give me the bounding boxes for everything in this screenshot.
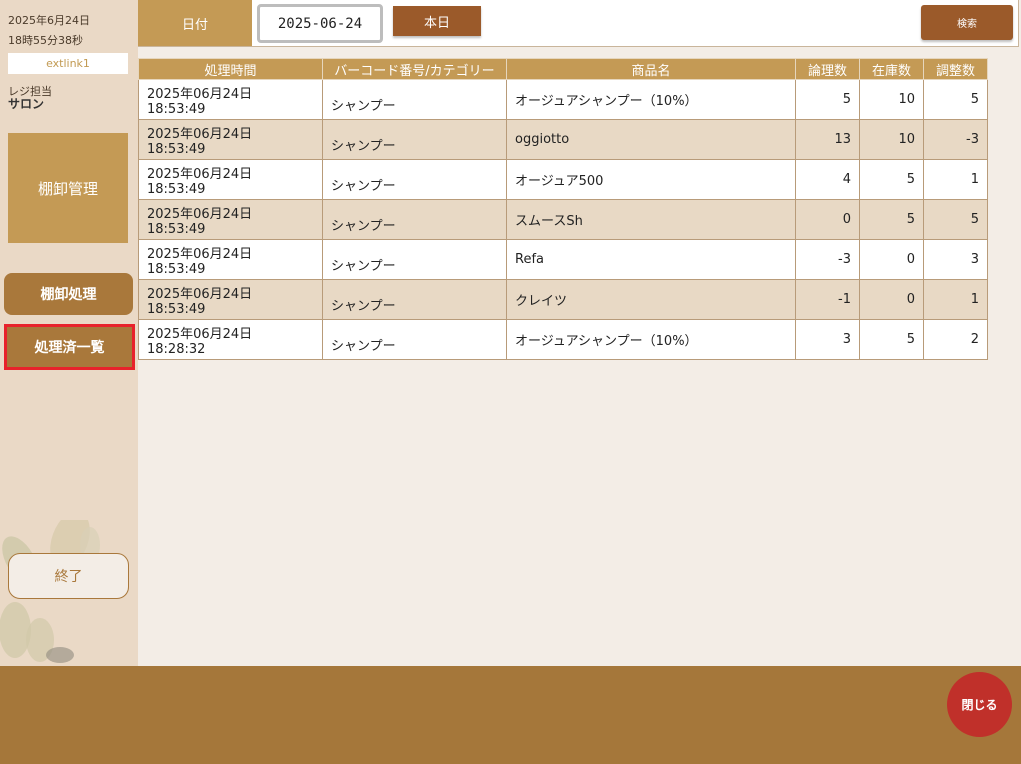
footer-bar [0, 666, 1021, 764]
cell-adjust: -3 [923, 119, 988, 160]
cell-adjust: 3 [923, 239, 988, 280]
clock: 2025年6月24日 18時55分38秒 [8, 11, 90, 51]
table-row[interactable]: 2025年06月24日 18:53:49 シャンプー オージュアシャンプー（10… [138, 79, 988, 120]
col-product-name: 商品名 [506, 58, 796, 80]
cell-category: シャンプー [322, 279, 507, 320]
cell-product: オージュアシャンプー（10%） [506, 319, 796, 360]
table-row[interactable]: 2025年06月24日 18:28:32 シャンプー オージュアシャンプー（10… [138, 319, 988, 360]
cell-adjust: 1 [923, 279, 988, 320]
table-header-row: 処理時間 バーコード番号/カテゴリー 商品名 論理数 在庫数 調整数 [138, 58, 988, 80]
cell-adjust: 2 [923, 319, 988, 360]
table-row[interactable]: 2025年06月24日 18:53:49 シャンプー Refa -3 0 3 [138, 239, 988, 280]
processed-table: 処理時間 バーコード番号/カテゴリー 商品名 論理数 在庫数 調整数 2025年… [138, 58, 988, 360]
cell-time: 2025年06月24日 18:53:49 [138, 239, 323, 280]
cell-product: オージュア500 [506, 159, 796, 200]
cell-logical: 4 [795, 159, 860, 200]
cell-stock: 5 [859, 319, 924, 360]
cell-logical: -1 [795, 279, 860, 320]
cell-product: オージュアシャンプー（10%） [506, 79, 796, 120]
inventory-process-button[interactable]: 棚卸処理 [4, 273, 133, 315]
cell-logical: 5 [795, 79, 860, 120]
col-barcode-category: バーコード番号/カテゴリー [322, 58, 507, 80]
col-process-time: 処理時間 [138, 58, 323, 80]
today-button[interactable]: 本日 [393, 6, 481, 36]
cell-stock: 5 [859, 159, 924, 200]
cell-time: 2025年06月24日 18:28:32 [138, 319, 323, 360]
register-info: レジ担当 サロン [8, 85, 52, 111]
current-time: 18時55分38秒 [8, 34, 83, 47]
cell-time: 2025年06月24日 18:53:49 [138, 279, 323, 320]
close-button[interactable]: 閉じる [947, 672, 1012, 737]
cell-time: 2025年06月24日 18:53:49 [138, 119, 323, 160]
date-label: 日付 [138, 0, 252, 46]
cell-product: クレイツ [506, 279, 796, 320]
col-stock-count: 在庫数 [859, 58, 924, 80]
date-input[interactable]: 2025-06-24 [257, 4, 383, 43]
cell-stock: 10 [859, 79, 924, 120]
end-button[interactable]: 終了 [8, 553, 129, 599]
processed-list-button[interactable]: 処理済一覧 [4, 324, 135, 370]
col-logical-count: 論理数 [795, 58, 860, 80]
register-name: サロン [8, 97, 45, 111]
table-row[interactable]: 2025年06月24日 18:53:49 シャンプー スムースSh 0 5 5 [138, 199, 988, 240]
table-row[interactable]: 2025年06月24日 18:53:49 シャンプー オージュア500 4 5 … [138, 159, 988, 200]
cell-stock: 0 [859, 239, 924, 280]
cell-category: シャンプー [322, 159, 507, 200]
table-row[interactable]: 2025年06月24日 18:53:49 シャンプー クレイツ -1 0 1 [138, 279, 988, 320]
search-button[interactable]: 検索 [921, 5, 1013, 40]
sidebar: 2025年6月24日 18時55分38秒 extlink1 レジ担当 サロン 棚… [0, 0, 138, 666]
cell-logical: -3 [795, 239, 860, 280]
cell-category: シャンプー [322, 79, 507, 120]
cell-stock: 10 [859, 119, 924, 160]
cell-logical: 3 [795, 319, 860, 360]
cell-adjust: 5 [923, 199, 988, 240]
table-row[interactable]: 2025年06月24日 18:53:49 シャンプー oggiotto 13 1… [138, 119, 988, 160]
cell-time: 2025年06月24日 18:53:49 [138, 199, 323, 240]
cell-adjust: 1 [923, 159, 988, 200]
cell-stock: 5 [859, 199, 924, 240]
user-id: extlink1 [8, 53, 128, 74]
col-adjust-count: 調整数 [923, 58, 988, 80]
cell-category: シャンプー [322, 199, 507, 240]
cell-category: シャンプー [322, 119, 507, 160]
cell-logical: 0 [795, 199, 860, 240]
cell-category: シャンプー [322, 239, 507, 280]
cell-product: Refa [506, 239, 796, 280]
cell-stock: 0 [859, 279, 924, 320]
inventory-management-tile: 棚卸管理 [8, 133, 128, 243]
filter-bar: 日付 2025-06-24 本日 検索 [138, 0, 1019, 47]
cell-product: スムースSh [506, 199, 796, 240]
cell-time: 2025年06月24日 18:53:49 [138, 79, 323, 120]
cell-logical: 13 [795, 119, 860, 160]
cell-time: 2025年06月24日 18:53:49 [138, 159, 323, 200]
cell-product: oggiotto [506, 119, 796, 160]
cell-adjust: 5 [923, 79, 988, 120]
current-date: 2025年6月24日 [8, 14, 90, 27]
cell-category: シャンプー [322, 319, 507, 360]
